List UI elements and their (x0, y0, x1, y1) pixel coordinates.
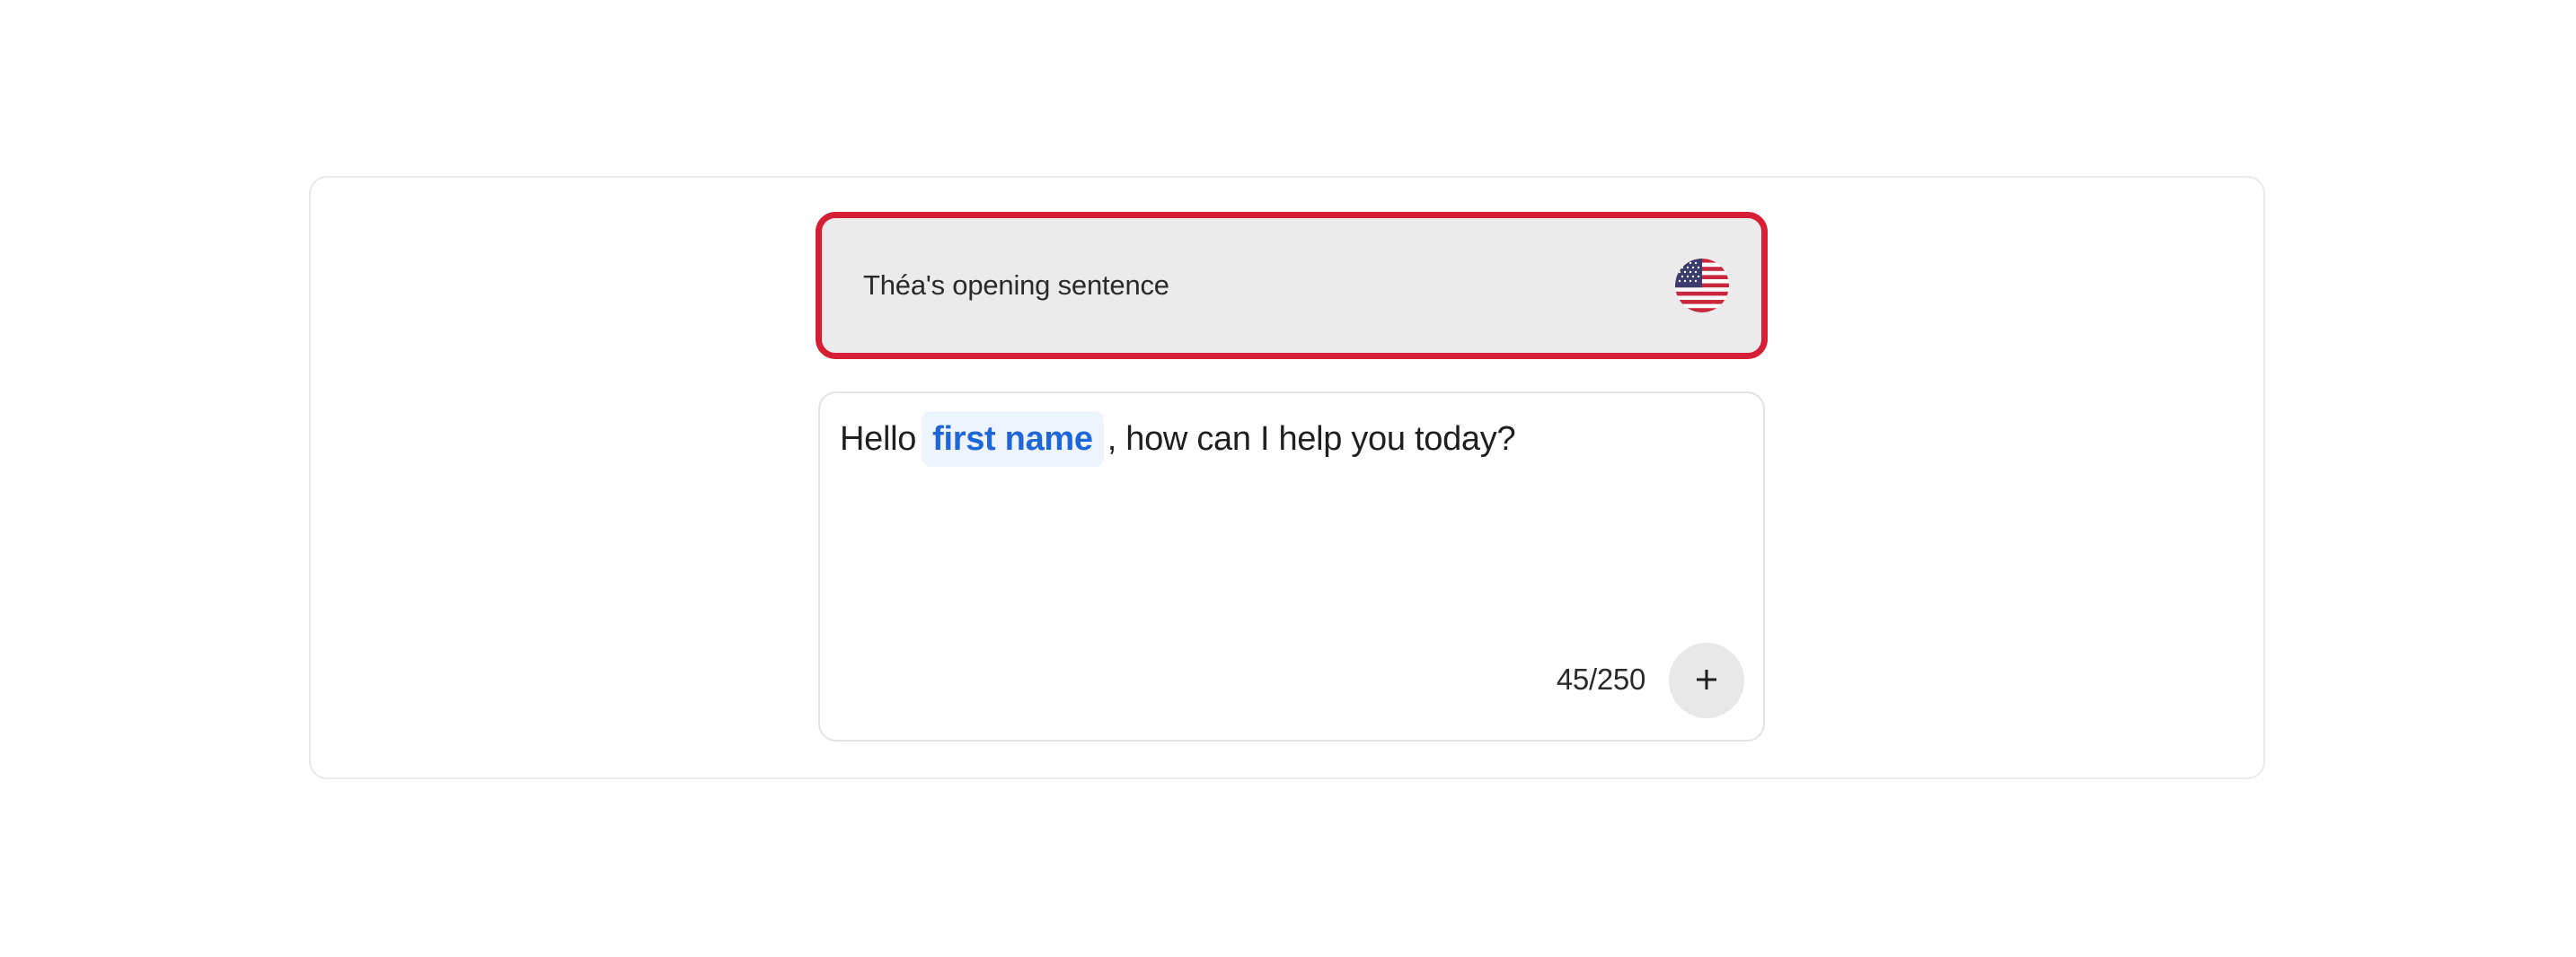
plus-icon (1694, 667, 1719, 695)
us-flag-icon[interactable] (1675, 259, 1729, 312)
message-text[interactable]: Hello first name , how can I help you to… (840, 411, 1516, 467)
message-suffix: , how can I help you today? (1107, 419, 1516, 458)
add-variable-button[interactable] (1669, 643, 1744, 718)
opening-sentence-header[interactable]: Théa's opening sentence (816, 212, 1768, 359)
opening-sentence-editor[interactable]: Hello first name , how can I help you to… (818, 391, 1765, 742)
character-counter: 45/250 (1556, 663, 1645, 696)
first-name-variable-chip[interactable]: first name (922, 411, 1104, 467)
header-label: Théa's opening sentence (863, 269, 1169, 301)
message-prefix: Hello (840, 419, 917, 458)
